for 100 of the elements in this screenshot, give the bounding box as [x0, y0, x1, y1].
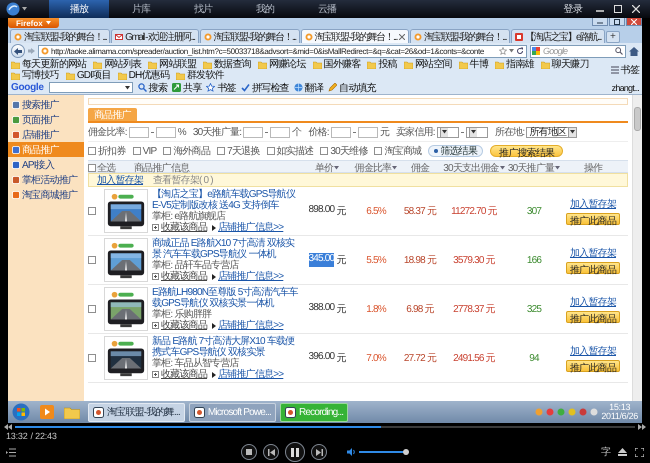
bookmark[interactable]: 数据查询 [203, 59, 251, 70]
product-title-link[interactable]: 商城正品 E路航X10 7寸高清 双核实景 汽车车载GPS导航仪 一体机 [152, 238, 300, 260]
browser-tab[interactable]: Gmail - 欢迎注册阿... [111, 29, 199, 43]
bookmark[interactable]: 网站空间 [404, 59, 452, 70]
toolbar-button[interactable]: 拼写检查 [240, 80, 289, 94]
shop-info-link[interactable]: 店铺推广信息>> [218, 271, 284, 282]
bookmark[interactable]: DH优惠码 [118, 70, 170, 81]
column-header: 操作 [584, 162, 602, 175]
price-text: 396.00 [308, 351, 334, 364]
location-dropdown[interactable]: 所有地区 [526, 126, 578, 138]
favorite-link[interactable]: 收藏该商品 [161, 222, 208, 233]
option-label: 淘宝商城 [384, 144, 422, 158]
promote-button[interactable]: 推广此商品 [566, 262, 620, 274]
sidebar-item[interactable]: 搜索推广 [8, 97, 84, 112]
promote-button[interactable]: 推广此商品 [566, 360, 620, 372]
sidebar-item[interactable]: API接入 [8, 157, 84, 172]
bookmark[interactable]: 网站联盟 [148, 59, 196, 70]
bookmark[interactable]: 指南雄 [495, 59, 534, 70]
column-header: 商品推广信息 [134, 162, 190, 174]
unit-text: 元 [336, 254, 346, 267]
promote-results-button[interactable]: 推广搜索结果 [490, 145, 564, 157]
player-tab[interactable]: 片库 [111, 0, 171, 18]
rate-cell-text: 7.0% [365, 352, 388, 364]
shop-info-link[interactable]: 店铺推广信息>> [218, 222, 284, 233]
sidebar-item[interactable]: 店铺推广 [8, 127, 84, 142]
bookmark[interactable]: 牛博 [458, 59, 488, 70]
spend-cell-text: 11272.70 元 [450, 205, 498, 218]
add-to-shelf-link[interactable]: 加入暂存架 [570, 197, 616, 211]
toolbar-button[interactable]: 搜索 [138, 80, 168, 94]
bookmarks-menu[interactable]: 书签 [610, 64, 639, 76]
sidebar-item[interactable]: 页面推广 [8, 112, 84, 127]
browser-tab[interactable]: 淘宝联盟-我的舞台！... [200, 29, 300, 43]
promote-button[interactable]: 推广此商品 [566, 311, 620, 323]
player-tab[interactable]: 云播 [297, 0, 357, 18]
toolbar-button[interactable]: 书签 [206, 80, 236, 94]
shop-info-link[interactable]: 店铺推广信息>> [218, 369, 284, 380]
sidebar-item[interactable]: 淘宝商城推广 [8, 187, 84, 202]
unit-text: 元 [336, 303, 346, 316]
bookmark[interactable]: 网站列表 [93, 59, 142, 70]
option-label: 如实描述 [276, 144, 314, 158]
column-header[interactable]: 佣金比率 [354, 161, 398, 175]
add-to-shelf-link[interactable]: 加入暂存架 [97, 173, 144, 187]
shop-info-link[interactable]: 店铺推广信息>> [218, 320, 284, 331]
favorite-link[interactable]: 收藏该商品 [161, 320, 208, 331]
unit-text: 元 [336, 352, 346, 365]
favorite-link[interactable]: 收藏该商品 [161, 369, 208, 380]
bookmark[interactable]: 网赚论坛 [258, 59, 306, 70]
option-label: 30天维修 [330, 144, 368, 158]
product-title-link[interactable]: 【淘店之宝】e路航车载GPS导航仪 E-V5定制版改核 送4G 支持倒车 [152, 189, 300, 211]
product-title-link[interactable]: 新品 E路航 7寸高清大屏X10 车载便携式车GPS导航仪 双核实景 [152, 336, 300, 358]
count-cell-text: 307 [526, 206, 542, 216]
shop-name: 掌柜: e路航旗舰店 [152, 211, 226, 222]
option-label: VIP [142, 146, 156, 156]
filter-button[interactable]: 筛选结果 [428, 145, 484, 157]
subtitle-button[interactable]: 字 [600, 445, 610, 459]
add-to-shelf-link[interactable]: 加入暂存架 [570, 246, 616, 260]
player-tab[interactable]: 我的 [235, 0, 295, 18]
player-tab[interactable]: 播放 [49, 0, 109, 18]
column-header[interactable]: 30天推广量 [508, 161, 560, 175]
bookmark[interactable]: 写博技巧 [11, 70, 59, 81]
address-field[interactable]: http://taoke.alimama.com/spreader/auction_list.htm?c=50033718&advsort=&mid=0&isMallRedirect=&q=&cat=26&od=1&conts=&conte [38, 44, 527, 58]
filter-label: 所在地: [494, 126, 524, 139]
search-field[interactable]: Google [530, 44, 626, 58]
option-label: 海外商品 [173, 144, 210, 158]
product-title-link[interactable]: E路航LH980N至尊版 5寸高清汽车车载GPS导航仪 双核实景一体机 [152, 287, 300, 309]
shop-name: 掌柜: 乐购胖胖 [152, 309, 213, 320]
user-name[interactable]: zhangt... [612, 82, 639, 92]
bookmark[interactable]: 每天更新的网站 [11, 59, 86, 70]
add-to-shelf-link[interactable]: 加入暂存架 [570, 344, 616, 358]
sidebar-item[interactable]: 掌柜活动推广 [8, 172, 84, 187]
price-text: 898.00 [308, 204, 334, 217]
column-header[interactable]: 单价 [314, 161, 340, 175]
filter-label: 卖家信用: [396, 126, 435, 139]
add-to-shelf-link[interactable]: 加入暂存架 [570, 295, 616, 309]
favorite-link[interactable]: 收藏该商品 [161, 271, 208, 282]
browser-tab[interactable]: 淘宝联盟-我的舞台！... [10, 29, 110, 43]
new-tab-button[interactable]: + [606, 31, 620, 43]
bookmark[interactable]: 投稿 [367, 59, 397, 70]
taskbar-button[interactable]: 淘宝联盟-我的舞... [88, 402, 185, 422]
shop-name: 掌柜: 车品从智专营店 [152, 358, 240, 369]
player-tab[interactable]: 找片 [173, 0, 233, 18]
spend-cell-text: 2778.37 元 [452, 303, 496, 316]
commission-cell-text: 58.37 元 [402, 205, 438, 218]
browser-tab[interactable]: 【淘店之宝】e路航... [511, 29, 605, 43]
bookmark[interactable]: 群发软件 [176, 70, 224, 81]
rate-cell-text: 5.5% [365, 254, 388, 266]
commission-cell-text: 6.98 元 [405, 303, 435, 316]
option-label: 7天退换 [227, 144, 260, 158]
browser-tab[interactable]: 淘宝联盟-我的舞台！... [410, 29, 510, 43]
toolbar-button[interactable]: 自动填充 [328, 80, 376, 94]
login-link[interactable]: 登录 [564, 2, 582, 16]
promote-button[interactable]: 推广此商品 [566, 213, 620, 225]
bookmark[interactable]: 国外赚客 [312, 59, 360, 70]
count-cell-text: 325 [526, 304, 542, 314]
browser-tab[interactable]: 淘宝联盟-我的舞台！... [300, 29, 409, 43]
toolbar-button[interactable]: 共享 [172, 80, 202, 94]
column-header[interactable]: 30天支出佣金 [443, 161, 505, 175]
bookmark[interactable]: 聊天赚刀 [540, 59, 589, 70]
toolbar-button[interactable]: 翻译 [294, 80, 324, 94]
bookmark[interactable]: GDI项目 [66, 70, 111, 81]
